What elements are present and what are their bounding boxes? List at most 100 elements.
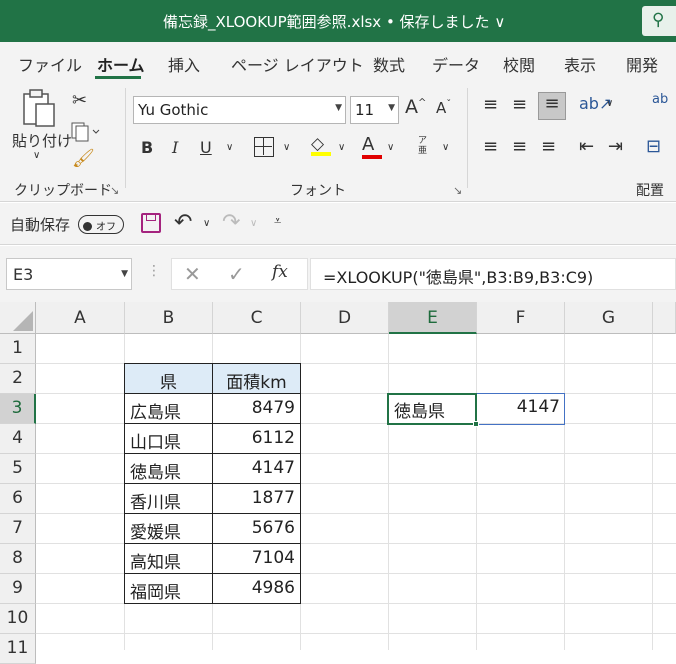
row-header-2[interactable]: 2 bbox=[0, 364, 36, 394]
table-cell-area[interactable]: 5676 bbox=[212, 513, 301, 544]
enter-icon[interactable]: ✓ bbox=[228, 262, 245, 286]
italic-icon[interactable]: I bbox=[172, 138, 178, 157]
table-cell-pref[interactable]: 香川県 bbox=[124, 483, 213, 514]
name-box[interactable]: E3 ▼ bbox=[6, 258, 132, 290]
decrease-indent-icon[interactable]: ⇤ bbox=[579, 136, 594, 157]
merge-center-icon[interactable]: ⊟ bbox=[646, 136, 661, 157]
tab-developer[interactable]: 開発 bbox=[626, 52, 658, 76]
font-color-icon[interactable]: A bbox=[362, 134, 382, 159]
search-icon[interactable]: ⚲ bbox=[642, 6, 676, 36]
align-top-icon[interactable]: ≡ bbox=[483, 94, 498, 115]
align-middle-icon[interactable]: ≡ bbox=[512, 94, 527, 115]
chevron-down-icon: ▼ bbox=[121, 269, 128, 279]
fill-color-icon[interactable]: ◇ bbox=[311, 134, 331, 156]
chevron-down-icon[interactable]: ∨ bbox=[250, 218, 257, 229]
fill-handle[interactable] bbox=[473, 421, 479, 427]
chevron-down-icon[interactable]: ∨ bbox=[442, 142, 449, 153]
chevron-down-icon[interactable]: ∨ bbox=[387, 142, 394, 153]
tab-home[interactable]: ホーム bbox=[97, 52, 145, 76]
tab-page-layout[interactable]: ページ レイアウト bbox=[231, 52, 364, 76]
row-header-5[interactable]: 5 bbox=[0, 454, 36, 484]
font-name-select[interactable]: Yu Gothic ▼ bbox=[133, 96, 346, 124]
column-header-g[interactable]: G bbox=[565, 302, 653, 334]
cell-c2-header[interactable]: 面積km bbox=[212, 363, 301, 394]
chevron-down-icon[interactable]: ∨ bbox=[338, 142, 345, 153]
worksheet-grid[interactable]: A B C D E F G 1 2 3 4 5 6 7 8 9 10 11 bbox=[0, 302, 676, 664]
column-header-d[interactable]: D bbox=[301, 302, 389, 334]
column-header-f[interactable]: F bbox=[477, 302, 565, 334]
row-header-11[interactable]: 11 bbox=[0, 634, 36, 664]
undo-icon[interactable]: ↶ bbox=[174, 210, 192, 235]
row-header-8[interactable]: 8 bbox=[0, 544, 36, 574]
table-cell-area[interactable]: 1877 bbox=[212, 483, 301, 514]
column-header-h[interactable] bbox=[653, 302, 676, 334]
row-header-4[interactable]: 4 bbox=[0, 424, 36, 454]
column-header-a[interactable]: A bbox=[36, 302, 125, 334]
row-header-9[interactable]: 9 bbox=[0, 574, 36, 604]
increase-indent-icon[interactable]: ⇥ bbox=[608, 136, 623, 157]
table-cell-pref[interactable]: 徳島県 bbox=[124, 453, 213, 484]
row-header-3[interactable]: 3 bbox=[0, 394, 36, 424]
chevron-down-icon[interactable]: ∨ bbox=[226, 142, 233, 153]
align-bottom-icon[interactable]: ≡ bbox=[538, 92, 566, 120]
table-cell-area[interactable]: 7104 bbox=[212, 543, 301, 574]
autosave-toggle[interactable]: オフ bbox=[78, 215, 124, 234]
ribbon: 貼り付け ∨ ✂ 🖌 クリップボード ↘ Yu Gothic ▼ 11 ▼ A^… bbox=[0, 82, 676, 202]
table-cell-pref[interactable]: 福岡県 bbox=[124, 573, 213, 604]
chevron-down-icon[interactable]: ∨ bbox=[203, 218, 210, 229]
table-cell-pref[interactable]: 広島県 bbox=[124, 393, 213, 424]
column-header-c[interactable]: C bbox=[213, 302, 301, 334]
underline-icon[interactable]: U bbox=[200, 138, 212, 157]
table-cell-pref[interactable]: 山口県 bbox=[124, 423, 213, 454]
borders-icon[interactable] bbox=[254, 137, 274, 157]
insert-function-icon[interactable]: fx bbox=[272, 262, 288, 282]
clipboard-launcher-icon[interactable]: ↘ bbox=[110, 184, 119, 197]
chevron-down-icon[interactable]: ∨ bbox=[283, 142, 290, 153]
grow-font-icon[interactable]: A^ bbox=[405, 96, 426, 118]
cancel-icon[interactable]: ✕ bbox=[184, 262, 201, 286]
font-launcher-icon[interactable]: ↘ bbox=[453, 184, 462, 197]
align-right-icon[interactable]: ≡ bbox=[541, 136, 556, 157]
wrap-text-icon[interactable]: ab bbox=[652, 92, 668, 107]
save-icon[interactable] bbox=[141, 213, 161, 233]
table-cell-area[interactable]: 8479 bbox=[212, 393, 301, 424]
redo-icon[interactable]: ↷ bbox=[222, 210, 240, 235]
tab-view[interactable]: 表示 bbox=[564, 52, 596, 76]
table-cell-area[interactable]: 4147 bbox=[212, 453, 301, 484]
font-size-select[interactable]: 11 ▼ bbox=[350, 96, 399, 124]
row-header-6[interactable]: 6 bbox=[0, 484, 36, 514]
customize-qat-icon[interactable]: ⩡ bbox=[274, 214, 281, 229]
cell-b2-header[interactable]: 県 bbox=[124, 363, 213, 394]
align-center-icon[interactable]: ≡ bbox=[512, 136, 527, 157]
ribbon-tabs: ファイル ホーム 挿入 ページ レイアウト 数式 データ 校閲 表示 開発 bbox=[0, 42, 676, 82]
phonetic-icon[interactable]: ア亜 bbox=[418, 136, 427, 156]
paste-button[interactable] bbox=[20, 88, 56, 128]
table-cell-area[interactable]: 6112 bbox=[212, 423, 301, 454]
cut-icon[interactable]: ✂ bbox=[72, 90, 87, 111]
row-header-7[interactable]: 7 bbox=[0, 514, 36, 544]
window-title[interactable]: 備忘録_XLOOKUP範囲参照.xlsx • 保存しました ∨ bbox=[163, 11, 505, 32]
tab-review[interactable]: 校閲 bbox=[503, 52, 535, 76]
format-painter-icon[interactable]: 🖌 bbox=[72, 148, 95, 169]
column-header-b[interactable]: B bbox=[125, 302, 213, 334]
formula-input[interactable]: =XLOOKUP("徳島県",B3:B9,B3:C9) bbox=[310, 258, 676, 290]
column-header-e[interactable]: E bbox=[389, 302, 477, 334]
table-cell-pref[interactable]: 愛媛県 bbox=[124, 513, 213, 544]
tab-formulas[interactable]: 数式 bbox=[373, 52, 405, 76]
row-header-1[interactable]: 1 bbox=[0, 334, 36, 364]
paste-label[interactable]: 貼り付け bbox=[12, 130, 72, 151]
table-cell-pref[interactable]: 高知県 bbox=[124, 543, 213, 574]
tab-data[interactable]: データ bbox=[432, 52, 480, 76]
tab-insert[interactable]: 挿入 bbox=[168, 52, 200, 76]
table-cell-area[interactable]: 4986 bbox=[212, 573, 301, 604]
tab-file[interactable]: ファイル bbox=[18, 52, 82, 76]
align-left-icon[interactable]: ≡ bbox=[483, 136, 498, 157]
bold-icon[interactable]: B bbox=[141, 138, 153, 157]
shrink-font-icon[interactable]: Aˇ bbox=[436, 99, 451, 117]
select-all-corner[interactable] bbox=[0, 302, 36, 334]
copy-icon[interactable] bbox=[70, 120, 100, 142]
paste-dropdown-icon[interactable]: ∨ bbox=[33, 150, 40, 161]
chevron-down-icon[interactable]: ∨ bbox=[606, 98, 613, 109]
cell-f3-result[interactable]: 4147 bbox=[477, 393, 565, 423]
row-header-10[interactable]: 10 bbox=[0, 604, 36, 634]
